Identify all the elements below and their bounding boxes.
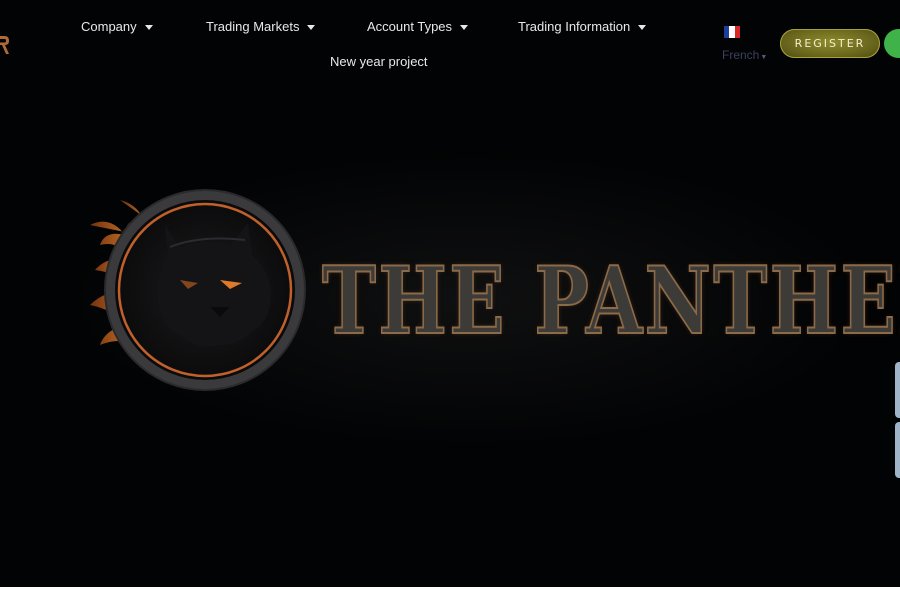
nav-item-trading-information[interactable]: Trading Information [518, 18, 647, 36]
french-flag-icon [724, 26, 740, 38]
chevron-down-icon [307, 25, 316, 30]
nav-item-label: Account Types [367, 19, 453, 34]
nav-item-company[interactable]: Company [81, 18, 153, 36]
language-selector[interactable]: French▼ [722, 26, 770, 66]
side-widget-tab[interactable] [895, 362, 900, 418]
nav-item-label: Trading Markets [206, 19, 300, 34]
side-widget-tab[interactable] [895, 422, 900, 478]
brand-title: THE PANTHER [321, 245, 900, 356]
chevron-down-icon [638, 25, 647, 30]
language-label: French [722, 48, 760, 62]
site-logo-icon[interactable] [0, 34, 10, 56]
nav-item-label: Company [81, 19, 137, 34]
register-button[interactable]: REGISTER [780, 29, 880, 58]
login-button[interactable] [884, 29, 900, 58]
nav-item-account-types[interactable]: Account Types [367, 18, 469, 36]
panther-head-emblem [90, 189, 306, 391]
nav-item-new-year-project[interactable]: New year project [330, 53, 428, 71]
chevron-down-icon [144, 25, 153, 30]
chevron-down-icon [460, 25, 469, 30]
page-footer-edge [0, 587, 900, 600]
nav-item-trading-markets[interactable]: Trading Markets [206, 18, 316, 36]
chevron-down-icon: ▼ [760, 54, 768, 61]
nav-item-label: Trading Information [518, 19, 631, 34]
page: Company Trading Markets Account Types Tr… [0, 0, 900, 587]
